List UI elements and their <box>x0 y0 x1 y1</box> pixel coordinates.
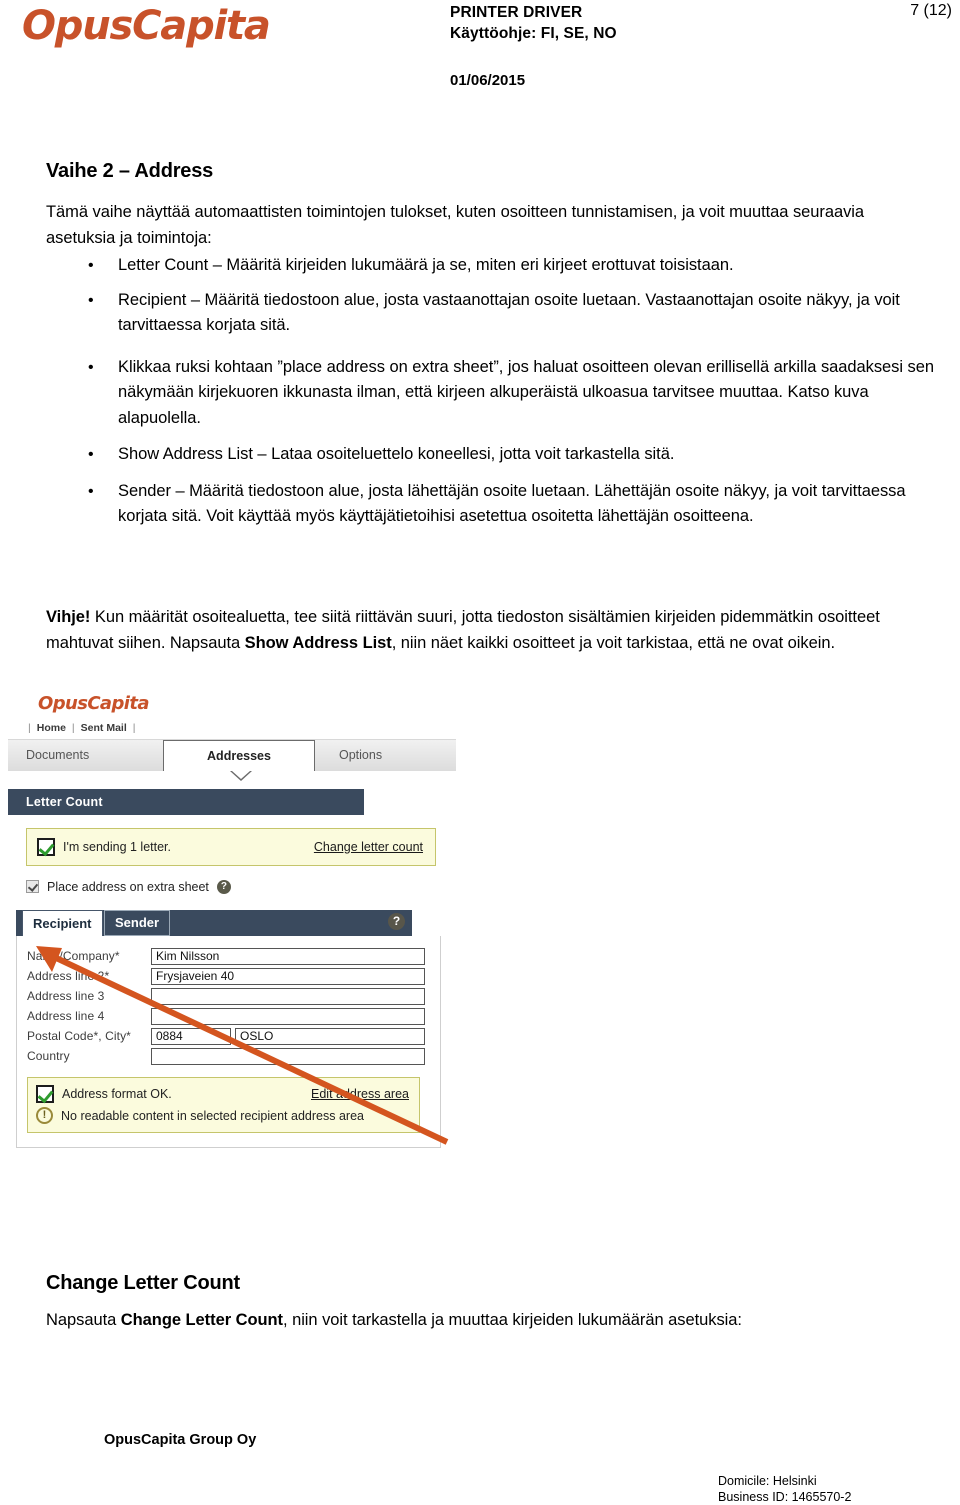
form-row-country: Country <box>17 1047 440 1065</box>
tip-paragraph: Vihje! Kun määrität osoitealuetta, tee s… <box>46 605 936 656</box>
input-address-line-4[interactable] <box>151 1007 425 1025</box>
check-ok-icon <box>36 1084 54 1103</box>
page-header: OpusCapita PRINTER DRIVER Käyttöohje: FI… <box>0 0 960 112</box>
app-navigation-bar: | Home | Sent Mail | <box>8 717 456 740</box>
input-city[interactable]: OSLO <box>235 1027 425 1045</box>
bottom-text-after: , niin voit tarkastella ja muuttaa kirje… <box>283 1311 742 1329</box>
list-item: • Recipient – Määritä tiedostoon alue, j… <box>46 288 936 339</box>
form-row-name-company: Name/Company* Kim Nilsson <box>17 947 440 965</box>
bullet-dot: • <box>88 291 94 309</box>
address-format-ok-row: Address format OK. Edit address area <box>36 1083 411 1105</box>
address-format-status-text: Address format OK. <box>62 1086 172 1101</box>
list-item: • Klikkaa ruksi kohtaan ”place address o… <box>46 355 936 432</box>
bullet-dot: • <box>88 482 94 500</box>
nav-separator-left: | <box>28 722 31 735</box>
list-item-text: Sender – Määritä tiedostoon alue, josta … <box>118 481 906 526</box>
address-help-icon[interactable]: ? <box>388 912 405 930</box>
list-item-text: Show Address List – Lataa osoiteluettelo… <box>118 445 675 463</box>
extra-sheet-checkbox[interactable] <box>26 880 39 894</box>
edit-address-area-link[interactable]: Edit address area <box>311 1087 411 1101</box>
label-postal-code-city: Postal Code*, City* <box>27 1029 131 1044</box>
list-item-text: Letter Count – Määritä kirjeiden lukumää… <box>118 256 734 274</box>
feature-bullet-list: • Letter Count – Määritä kirjeiden lukum… <box>46 253 936 539</box>
label-name-company: Name/Company* <box>27 949 120 964</box>
bottom-section-heading: Change Letter Count <box>46 1272 240 1294</box>
bottom-bold-term: Change Letter Count <box>120 1311 283 1329</box>
form-row-address-line-3: Address line 3 <box>17 987 440 1005</box>
input-address-line-2[interactable]: Frysjaveien 40 <box>151 967 425 985</box>
input-address-line-3[interactable] <box>151 987 425 1005</box>
section-heading: Vaihe 2 – Address <box>46 160 214 182</box>
label-address-line-2: Address line 2* <box>27 969 110 984</box>
page-number: 7 (12) <box>910 2 952 19</box>
form-row-postal-city: Postal Code*, City* 0884 OSLO <box>17 1027 440 1045</box>
letter-count-status-text: I'm sending 1 letter. <box>63 839 172 854</box>
label-country: Country <box>27 1049 70 1064</box>
tip-bold-term: Show Address List <box>244 633 392 652</box>
app-opuscapita-logo: OpusCapita <box>38 693 149 714</box>
app-tab-bar: Documents Addresses Options <box>8 739 456 781</box>
document-subtitle: Käyttöohje: FI, SE, NO <box>450 25 617 42</box>
document-date: 01/06/2015 <box>450 72 526 89</box>
footer-company-name: OpusCapita Group Oy <box>104 1432 257 1448</box>
list-item-text: Recipient – Määritä tiedostoon alue, jos… <box>118 290 900 335</box>
bullet-dot: • <box>88 358 94 376</box>
form-row-address-line-4: Address line 4 <box>17 1007 440 1025</box>
tab-sender[interactable]: Sender <box>104 909 171 936</box>
change-letter-count-link[interactable]: Change letter count <box>314 840 425 854</box>
letter-count-panel-header: Letter Count <box>8 788 364 815</box>
form-row-address-line-2: Address line 2* Frysjaveien 40 <box>17 967 440 985</box>
app-content-area: Letter Count I'm sending 1 letter. Chang… <box>8 771 456 1148</box>
recipient-sender-tab-bar: Recipient Sender ? <box>8 909 412 936</box>
section-intro-paragraph: Tämä vaihe näyttää automaattisten toimin… <box>46 203 865 247</box>
opuscapita-logo: OpusCapita <box>22 3 271 49</box>
nav-separator-right: | <box>132 722 136 735</box>
tip-text-after: , niin näet kaikki osoitteet ja voit tar… <box>391 633 835 652</box>
bottom-text-before: Napsauta <box>46 1311 121 1329</box>
tab-addresses[interactable]: Addresses <box>163 739 315 771</box>
label-address-line-3: Address line 3 <box>27 989 105 1004</box>
bullet-dot: • <box>88 257 94 274</box>
label-address-line-4: Address line 4 <box>27 1009 105 1024</box>
check-ok-icon <box>37 837 55 856</box>
list-item: • Sender – Määritä tiedostoon alue, jost… <box>46 479 936 530</box>
document-title: PRINTER DRIVER <box>450 4 583 21</box>
address-status-box: Address format OK. Edit address area ! N… <box>27 1076 420 1133</box>
letter-count-status-row: I'm sending 1 letter. Change letter coun… <box>37 836 425 858</box>
input-country[interactable] <box>151 1047 425 1065</box>
tab-recipient[interactable]: Recipient <box>22 909 103 936</box>
address-warning-row: ! No readable content in selected recipi… <box>36 1105 411 1127</box>
input-postal-code[interactable]: 0884 <box>151 1027 231 1045</box>
embedded-app-screenshot: OpusCapita | Home | Sent Mail | Document… <box>8 694 456 1148</box>
list-item: • Show Address List – Lataa osoiteluette… <box>46 442 936 468</box>
warning-icon: ! <box>36 1107 53 1125</box>
tab-options[interactable]: Options <box>315 740 455 771</box>
nav-link-home[interactable]: Home <box>37 722 66 734</box>
tip-label: Vihje! <box>46 608 91 626</box>
nav-link-sent-mail[interactable]: Sent Mail <box>81 722 127 734</box>
nav-separator-mid: | <box>71 722 75 735</box>
letter-count-info-box: I'm sending 1 letter. Change letter coun… <box>26 827 436 866</box>
address-warning-text: No readable content in selected recipien… <box>61 1108 364 1123</box>
tab-documents[interactable]: Documents <box>8 740 163 771</box>
footer-domicile: Domicile: Helsinki <box>718 1474 817 1488</box>
list-item: • Letter Count – Määritä kirjeiden lukum… <box>46 253 936 279</box>
help-icon[interactable]: ? <box>216 879 231 894</box>
bottom-section-paragraph: Napsauta Change Letter Count, niin voit … <box>46 1308 936 1334</box>
list-item-text: Klikkaa ruksi kohtaan ”place address on … <box>118 357 934 427</box>
footer-legal-info: Domicile: Helsinki Business ID: 1465570-… <box>718 1473 851 1505</box>
place-address-extra-sheet-row[interactable]: Place address on extra sheet ? <box>26 879 456 894</box>
bullet-dot: • <box>88 446 94 463</box>
recipient-address-form: Name/Company* Kim Nilsson Address line 2… <box>16 935 441 1148</box>
extra-sheet-label: Place address on extra sheet <box>47 879 209 894</box>
input-name-company[interactable]: Kim Nilsson <box>151 947 425 965</box>
